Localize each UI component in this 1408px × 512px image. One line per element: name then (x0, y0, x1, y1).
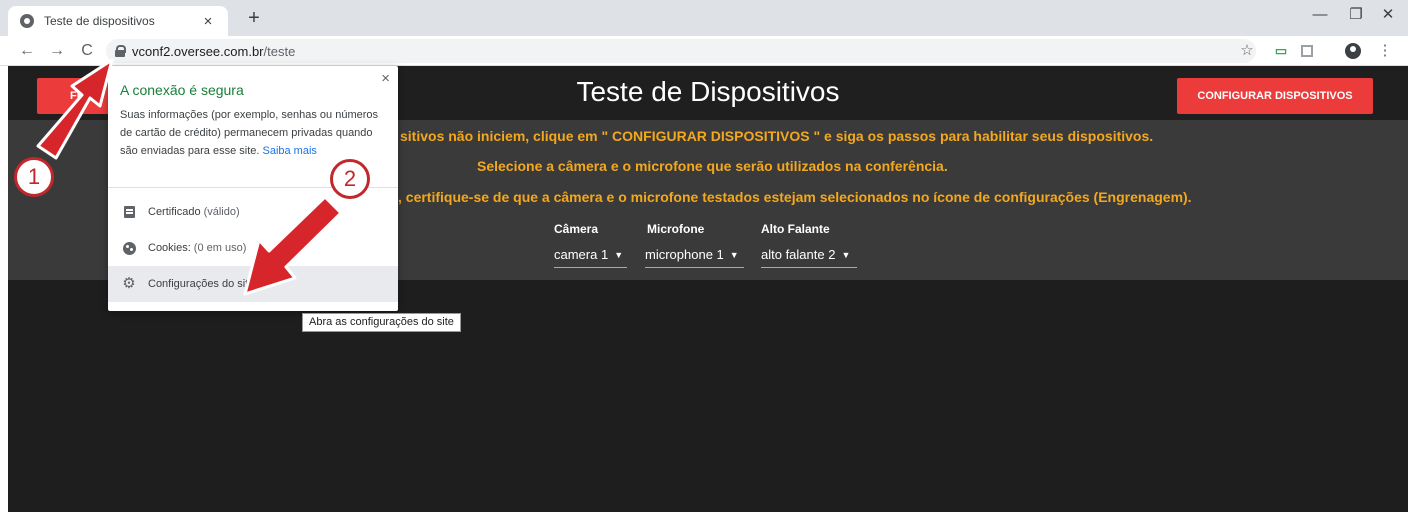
description-text: Suas informações (por exemplo, senhas ou… (120, 109, 379, 157)
cookies-item[interactable]: Cookies: (0 em uso) (108, 230, 398, 266)
speaker-select[interactable]: alto falante 2 ▼ (761, 244, 857, 268)
url-host: vconf2.oversee.com.br (132, 43, 264, 59)
close-window-button[interactable]: ✕ (1368, 4, 1408, 28)
instruction-line-3: , certifique-se de que a câmera e o micr… (398, 189, 1192, 205)
step-2-badge: 2 (330, 159, 370, 199)
new-tab-button[interactable]: + (240, 6, 268, 32)
back-arrow-icon[interactable]: ← (16, 39, 38, 63)
chevron-down-icon: ▼ (841, 250, 851, 260)
speaker-select-value: alto falante 2 (761, 247, 836, 262)
reload-icon[interactable]: C (76, 39, 98, 63)
cookies-label: Cookies: (148, 242, 191, 254)
microphone-select-value: microphone 1 (645, 247, 724, 262)
tab-strip: Teste de dispositivos × + — ❐ ✕ (0, 0, 1408, 36)
microphone-select[interactable]: microphone 1 ▼ (645, 244, 744, 268)
connection-description: Suas informações (por exemplo, senhas ou… (120, 106, 392, 160)
configure-devices-button[interactable]: CONFIGURAR DISPOSITIVOS (1177, 78, 1373, 114)
url-path: /teste (263, 43, 296, 59)
browser-menu-icon[interactable]: ⋮ (1374, 40, 1396, 62)
forward-arrow-icon[interactable]: → (46, 39, 68, 63)
lock-icon[interactable] (114, 45, 126, 57)
camera-select[interactable]: camera 1 ▼ (554, 244, 627, 268)
chevron-down-icon: ▼ (729, 250, 739, 260)
minimize-button[interactable]: — (1300, 4, 1340, 28)
instruction-line-2: Selecione a câmera e o microfone que ser… (477, 158, 948, 174)
extension-box-icon[interactable] (1296, 40, 1318, 62)
certificate-icon (122, 205, 136, 219)
microphone-label: Microfone (647, 222, 705, 236)
learn-more-link[interactable]: Saiba mais (262, 145, 316, 157)
instruction-line-1: sitivos não iniciem, clique em " CONFIGU… (400, 128, 1154, 144)
cookie-icon (122, 241, 136, 255)
certificate-label: Certificado (148, 206, 201, 218)
cookies-status: (0 em uso) (193, 242, 247, 254)
browser-toolbar: ← → C vconf2.oversee.com.br /teste ☆ ▭ ⋮ (0, 36, 1408, 66)
tv-extension-icon[interactable]: ▭ (1270, 40, 1292, 62)
tab-title: Teste de dispositivos (44, 14, 155, 28)
step-1-badge: 1 (14, 157, 54, 197)
browser-tab[interactable]: Teste de dispositivos × (8, 6, 228, 36)
camera-select-value: camera 1 (554, 247, 609, 262)
certificate-status: (válido) (203, 206, 240, 218)
profile-avatar-icon[interactable] (1342, 40, 1364, 62)
chevron-down-icon: ▼ (614, 250, 624, 260)
globe-icon (20, 14, 34, 28)
gear-icon: ⚙ (122, 275, 136, 292)
close-icon[interactable]: × (381, 70, 390, 87)
camera-label: Câmera (554, 222, 599, 236)
site-settings-tooltip: Abra as configurações do site (302, 313, 461, 332)
bookmark-star-icon[interactable]: ☆ (1236, 40, 1258, 62)
tab-close-icon[interactable]: × (200, 13, 216, 30)
connection-secure-heading: A conexão é segura (120, 82, 244, 98)
site-settings-label: Configurações do site (148, 278, 255, 290)
address-bar[interactable]: vconf2.oversee.com.br /teste (106, 39, 1256, 63)
site-settings-item[interactable]: ⚙ Configurações do site (108, 266, 398, 302)
certificate-item[interactable]: Certificado (válido) (108, 194, 398, 230)
speaker-label: Alto Falante (761, 222, 830, 236)
screenshot-root: Teste de dispositivos × + — ❐ ✕ ← → C vc… (0, 0, 1408, 512)
